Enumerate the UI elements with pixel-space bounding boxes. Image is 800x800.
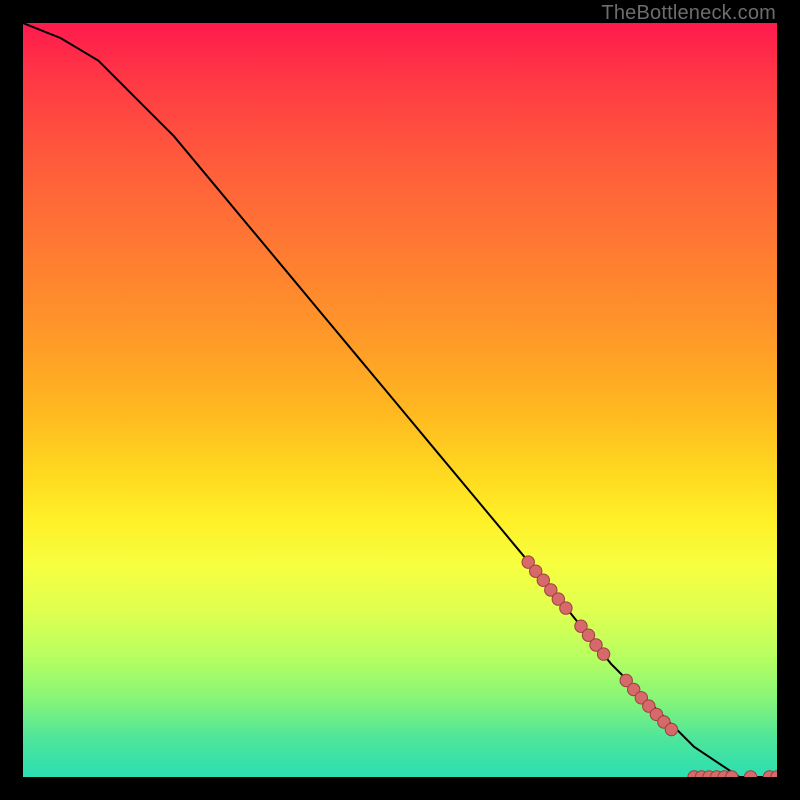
- marker-layer: [522, 556, 777, 777]
- chart-frame: TheBottleneck.com: [0, 0, 800, 800]
- data-marker: [665, 723, 677, 735]
- curve-line: [23, 23, 777, 777]
- plot-area: [23, 23, 777, 777]
- watermark-text: TheBottleneck.com: [601, 2, 776, 25]
- data-marker: [597, 648, 609, 660]
- data-marker: [744, 771, 756, 777]
- data-marker: [560, 602, 572, 614]
- chart-svg: [23, 23, 777, 777]
